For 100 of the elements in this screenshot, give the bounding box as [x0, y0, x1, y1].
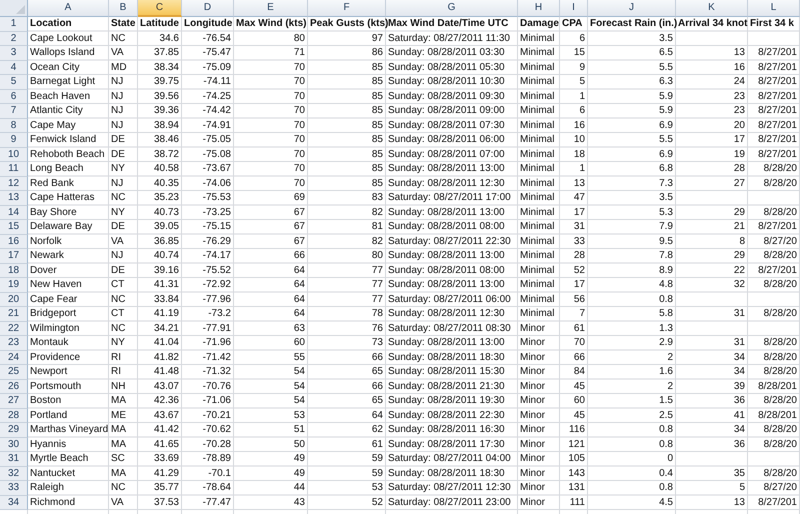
row-header[interactable]: 20 [0, 292, 28, 307]
column-header[interactable]: A [28, 0, 109, 17]
table-cell-text: 23 [734, 90, 745, 104]
row-header[interactable]: 17 [0, 249, 28, 264]
row-header[interactable]: 30 [0, 438, 28, 452]
row-header[interactable]: 15 [0, 220, 28, 234]
table-cell-text: 85 [372, 75, 383, 89]
table-cell-text: Minimal [520, 176, 554, 190]
column-header[interactable]: E [234, 0, 308, 17]
row-header[interactable]: 8 [0, 118, 28, 133]
table-cell-text: 21 [734, 220, 745, 234]
table-cell-text: NY [111, 206, 125, 220]
row-header[interactable]: 4 [0, 60, 28, 75]
row-header[interactable]: 6 [0, 90, 28, 104]
row-header[interactable]: 29 [0, 423, 28, 438]
table-cell-text: NJ [111, 90, 124, 104]
row-header[interactable]: 16 [0, 234, 28, 249]
column-header[interactable]: H [518, 0, 560, 17]
table-cell-text: Minimal [520, 75, 554, 89]
table-cell-text: NJ [111, 75, 124, 89]
table-cell-text: 35.77 [154, 481, 179, 495]
table-cell-text: 8/27/201 [758, 133, 797, 147]
row-header[interactable]: 18 [0, 264, 28, 278]
table-cell-text: 8 [739, 234, 745, 248]
column-header[interactable]: I [560, 0, 588, 17]
table-cell-text: Minimal [520, 264, 554, 278]
row-header[interactable]: 9 [0, 133, 28, 148]
table-cell-text: -73.25 [202, 206, 231, 220]
row-header[interactable]: 11 [0, 162, 28, 176]
column-header[interactable]: G [386, 0, 518, 17]
table-cell-text: VA [111, 496, 124, 510]
table-cell-text: Minimal [520, 191, 554, 205]
column-header[interactable]: K [676, 0, 748, 17]
row-header[interactable]: 31 [0, 452, 28, 466]
table-header-cell-text: Longitude [184, 17, 232, 31]
row-header[interactable]: 14 [0, 206, 28, 220]
row-header[interactable]: 28 [0, 408, 28, 423]
table-cell-text: 67 [294, 234, 305, 248]
table-cell-text: -74.91 [202, 118, 231, 132]
row-header[interactable]: 1 [0, 17, 28, 32]
table-cell-text: -75.08 [202, 148, 231, 162]
table-cell-text: 34 [734, 365, 745, 379]
table-header-cell-text: CPA [562, 17, 582, 31]
column-header[interactable]: J [588, 0, 676, 17]
row-header[interactable]: 5 [0, 75, 28, 90]
column-header[interactable]: C [138, 0, 182, 17]
table-cell-text: -75.52 [202, 264, 231, 278]
table-cell-text: 13 [734, 46, 745, 60]
select-all-corner[interactable] [0, 0, 28, 17]
row-header[interactable]: 21 [0, 307, 28, 322]
table-cell-text: 70 [294, 176, 305, 190]
table-cell-text: 8/28/20 [764, 307, 797, 321]
column-header[interactable]: F [308, 0, 386, 17]
table-cell-text: 41.82 [154, 350, 179, 364]
row-header[interactable]: 13 [0, 191, 28, 206]
row-header[interactable]: 25 [0, 365, 28, 380]
column-header[interactable]: L [748, 0, 800, 17]
row-header[interactable]: 7 [0, 104, 28, 118]
row-header[interactable]: 10 [0, 148, 28, 162]
row-header[interactable]: 19 [0, 278, 28, 292]
column-header[interactable]: B [109, 0, 138, 17]
row-header[interactable]: 32 [0, 466, 28, 481]
table-cell-text: Minimal [520, 292, 554, 306]
row-header[interactable]: 3 [0, 46, 28, 60]
row-header[interactable]: 23 [0, 336, 28, 350]
table-cell-text: 33.69 [154, 452, 179, 466]
row-header[interactable]: 22 [0, 322, 28, 336]
row-header[interactable]: 33 [0, 481, 28, 496]
table-cell-text: 1 [579, 162, 585, 176]
table-cell-text: Delaware Bay [30, 220, 92, 234]
table-cell-text: 69 [294, 191, 305, 205]
table-cell-text: Portsmouth [30, 380, 82, 394]
table-cell-text: 5.8 [659, 307, 673, 321]
table-cell-text: -73.67 [202, 162, 231, 176]
table-cell-text: 67 [294, 220, 305, 234]
column-header[interactable]: D [182, 0, 234, 17]
row-header[interactable]: 12 [0, 176, 28, 191]
table-cell-text: 50 [294, 438, 305, 452]
table-cell-text: 34 [734, 423, 745, 437]
table-cell-text: Sunday: 08/28/2011 08:00 [388, 220, 505, 234]
table-cell-text: SC [111, 452, 125, 466]
row-header[interactable]: 34 [0, 496, 28, 510]
table-cell-text: Bay Shore [30, 206, 77, 220]
table-cell-text: Minor [520, 438, 546, 452]
table-cell-text: 73 [372, 336, 383, 350]
table-cell-text: NJ [111, 104, 124, 118]
table-cell-text: -73.2 [208, 307, 231, 321]
table-cell-text: -76.54 [202, 32, 231, 46]
table-cell-text: 78 [372, 307, 383, 321]
row-header[interactable]: 26 [0, 380, 28, 394]
table-cell-text: Minor [520, 322, 546, 336]
table-cell-text: 5.5 [659, 133, 673, 147]
table-cell-text: 43.67 [154, 408, 179, 422]
table-cell-text: -75.53 [202, 191, 231, 205]
table-cell-text: 54 [294, 365, 305, 379]
row-header[interactable]: 24 [0, 350, 28, 365]
table-cell-text: CT [111, 278, 124, 292]
row-header[interactable]: 27 [0, 394, 28, 408]
row-header[interactable]: 2 [0, 32, 28, 46]
table-cell-text: 70 [574, 336, 585, 350]
